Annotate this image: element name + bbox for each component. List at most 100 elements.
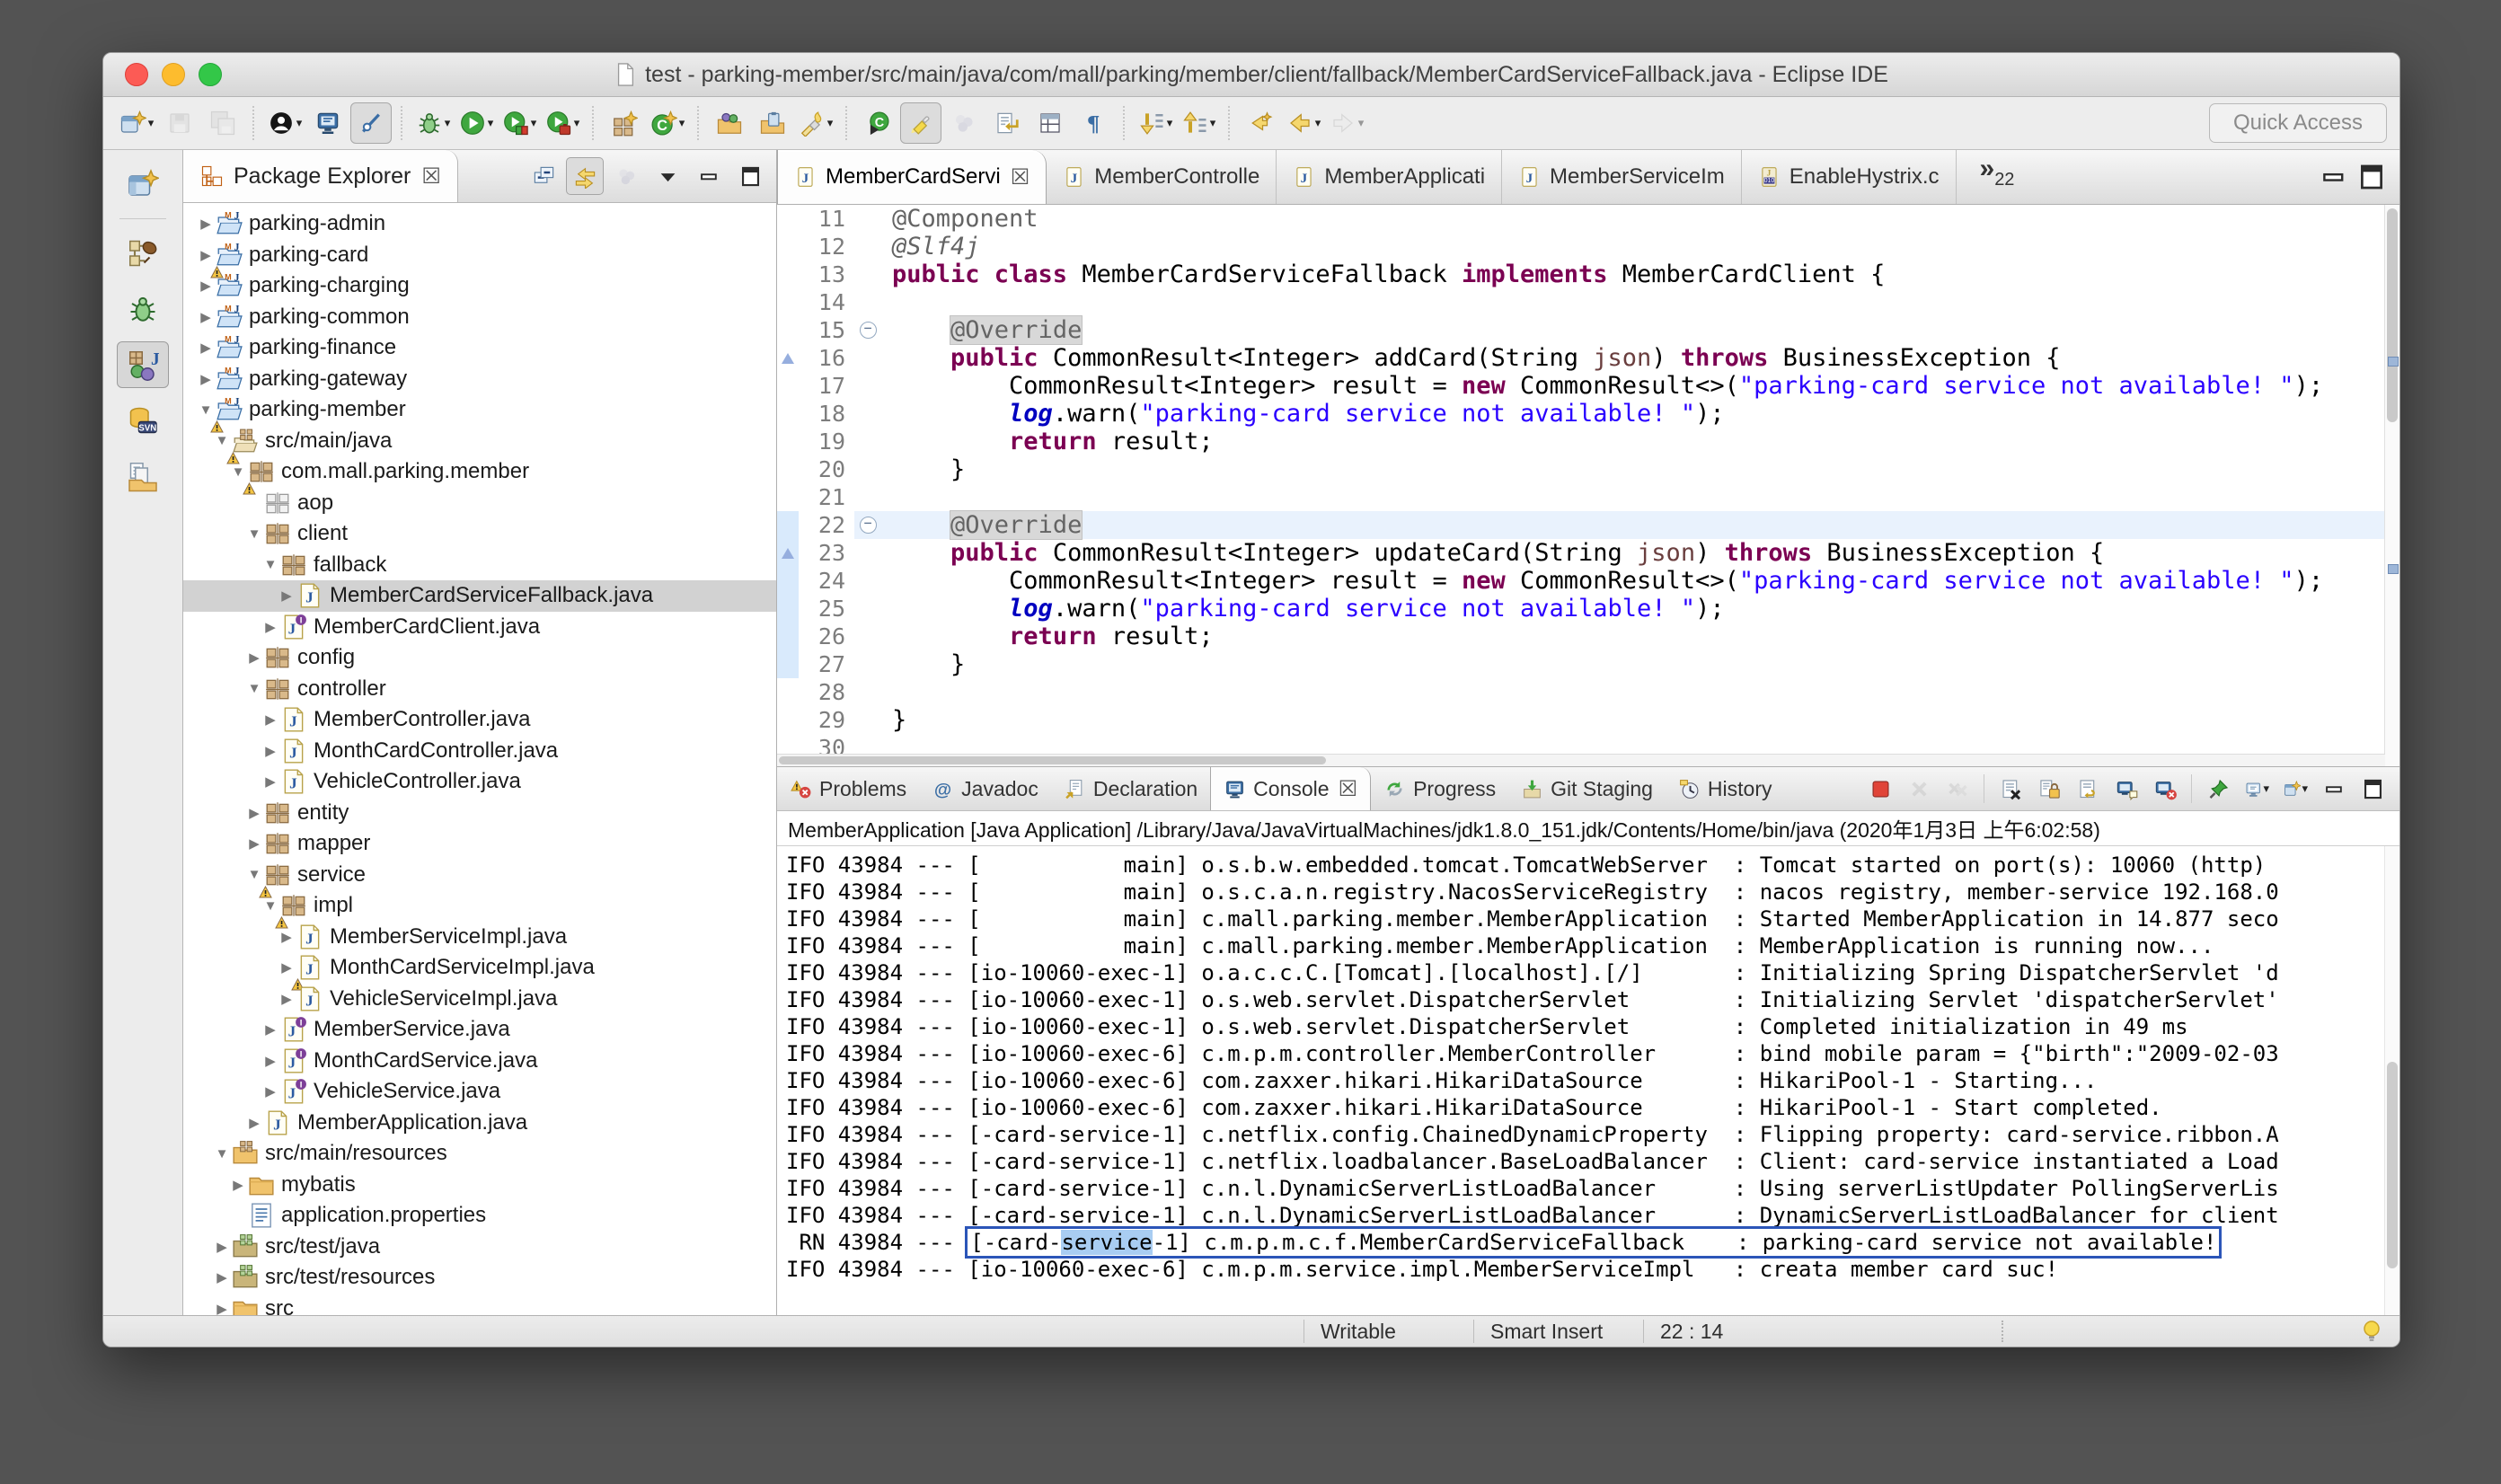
view-tab-javadoc[interactable]: @Javadoc [919,767,1051,810]
coverage-button[interactable]: ▾ [499,102,540,144]
new-java-class-button[interactable]: C▾ [647,102,688,144]
pointer-tool-button[interactable] [350,102,392,144]
dropdown-arrow-icon[interactable]: ▾ [2302,782,2308,796]
dropdown-arrow-icon[interactable]: ▾ [1167,116,1173,130]
scroll-lock-button[interactable] [2031,771,2067,807]
word-wrap-button[interactable] [2070,771,2106,807]
tree-item[interactable]: ▶JIVehicleService.java [183,1076,776,1108]
view-tab-problems[interactable]: Problems [777,767,919,810]
editor-tab-enablehystrix.c[interactable]: 010JEnableHystrix.c [1742,150,1957,204]
view-tab-history[interactable]: History [1666,767,1785,810]
tree-item[interactable]: ▼controller [183,674,776,705]
console-log[interactable]: IFO 43984 --- [ main] o.s.b.w.embedded.t… [777,846,2399,1315]
tree-item[interactable]: ▶JMparking-admin [183,208,776,240]
tree-item[interactable]: aop [183,488,776,519]
previous-annotation-button[interactable]: ▾ [1178,102,1219,144]
dropdown-arrow-icon[interactable]: ▾ [2263,782,2269,796]
tree-item[interactable]: ▶JIMonthCardService.java [183,1046,776,1077]
expand-arrow-icon[interactable]: ▶ [277,587,296,604]
collapse-arrow-icon[interactable]: ▼ [261,557,280,572]
close-icon[interactable]: ☒ [421,163,441,190]
expand-arrow-icon[interactable]: ▶ [196,216,216,232]
search-button[interactable]: ▾ [795,102,836,144]
expand-arrow-icon[interactable]: ▶ [244,835,264,852]
tree-item[interactable]: ▶JMemberCardServiceFallback.java [183,580,776,612]
tree-item[interactable]: ▶JMemberServiceImpl.java [183,922,776,953]
tree-item[interactable]: ▶JMemberApplication.java [183,1108,776,1139]
expand-arrow-icon[interactable]: ▶ [277,929,296,945]
tree-item[interactable]: ▶mapper [183,828,776,860]
minimize-editor-button[interactable] [2319,162,2349,192]
back-button[interactable]: ▾ [1283,102,1324,144]
tab-package-explorer[interactable]: Package Explorer ☒ [183,150,458,202]
profile-button[interactable]: ▾ [542,102,583,144]
minimize-window-button[interactable] [162,63,185,86]
console-scrollbar[interactable] [2384,846,2399,1315]
tree-item[interactable]: ▼com.mall.parking.member [183,456,776,488]
tree-item[interactable]: ▶JVehicleController.java [183,766,776,798]
team-sync-perspective-button[interactable] [117,453,169,499]
expand-arrow-icon[interactable]: ▶ [196,309,216,325]
tree-item[interactable]: ▶JIMemberService.java [183,1014,776,1046]
mark-occurrences-button[interactable] [900,102,941,144]
dropdown-arrow-icon[interactable]: ▾ [531,116,537,130]
expand-arrow-icon[interactable]: ▶ [261,1021,280,1038]
dropdown-arrow-icon[interactable]: ▾ [1210,116,1216,130]
lightbulb-icon[interactable] [2360,1319,2383,1344]
remove-launch-button[interactable] [1901,771,1937,807]
debug-button[interactable]: ▾ [412,102,454,144]
new-java-project-button[interactable] [604,102,645,144]
tree-item[interactable]: ▶config [183,642,776,674]
expand-arrow-icon[interactable]: ▶ [261,711,280,728]
tree-item[interactable]: ▼src/main/resources [183,1138,776,1170]
new-wizard-button[interactable]: ▾ [116,102,157,144]
clear-console-button[interactable] [1993,771,2028,807]
tree-item[interactable]: ▶src/test/resources [183,1262,776,1294]
dropdown-arrow-icon[interactable]: ▾ [296,116,303,130]
pin-console-button[interactable] [2200,771,2236,807]
close-icon[interactable]: ☒ [1011,164,1030,190]
tree-item[interactable]: ▶src/test/java [183,1232,776,1263]
show-on-stdout-button[interactable] [2108,771,2144,807]
editor-tab-overflow[interactable]: »22 [1957,150,2020,204]
editor-scrollbar[interactable] [2384,205,2399,766]
dropdown-arrow-icon[interactable]: ▾ [148,116,155,130]
view-tab-console[interactable]: Console☒ [1210,767,1371,810]
dropdown-arrow-icon[interactable]: ▾ [1315,116,1321,130]
editor-tab-memberapplicati[interactable]: JMemberApplicati [1277,150,1502,204]
minimize-view-button[interactable] [2316,771,2352,807]
svn-repository-perspective-button[interactable]: SVN [117,397,169,444]
tree-item[interactable]: ▶mybatis [183,1170,776,1201]
tree-item[interactable]: ▼fallback [183,550,776,581]
editor-tab-membercontrolle[interactable]: JMemberControlle [1047,150,1277,204]
expand-arrow-icon[interactable]: ▶ [261,619,280,635]
expand-arrow-icon[interactable]: ▶ [261,1053,280,1069]
terminate-button[interactable] [1862,771,1898,807]
debug-perspective-button[interactable] [117,286,169,332]
run-button[interactable]: ▾ [455,102,497,144]
save-button[interactable] [159,102,200,144]
tree-item[interactable]: ▶src [183,1294,776,1316]
quick-access-button[interactable]: Quick Access [2209,103,2387,143]
tree-item[interactable]: ▶JMparking-common [183,302,776,333]
tree-item[interactable]: ▼src/main/java [183,426,776,457]
editor-tab-memberserviceim[interactable]: JMemberServiceIm [1502,150,1742,204]
expand-arrow-icon[interactable]: ▶ [244,649,264,666]
open-task-button[interactable] [752,102,793,144]
java-perspective-button[interactable]: J [117,341,169,388]
tree-item[interactable]: ▶entity [183,798,776,829]
editor-tab-membercardservi[interactable]: JMemberCardServi☒ [777,150,1047,204]
open-perspective-button[interactable] [117,161,169,208]
tree-item[interactable]: ▼service [183,860,776,891]
remove-all-terminated-button[interactable] [1940,771,1975,807]
run-external-tool-button[interactable]: C [857,102,898,144]
view-tab-progress[interactable]: Progress [1371,767,1508,810]
next-annotation-button[interactable]: ▾ [1135,102,1176,144]
display-selected-console-button[interactable]: ▾ [2239,771,2275,807]
tree-item[interactable]: ▼impl [183,890,776,922]
show-whitespace-button[interactable]: ¶ [1073,102,1114,144]
account-button[interactable]: ▾ [264,102,305,144]
expand-arrow-icon[interactable]: ▶ [261,773,280,790]
tree-item[interactable]: ▶JMparking-charging [183,270,776,302]
close-window-button[interactable] [125,63,148,86]
